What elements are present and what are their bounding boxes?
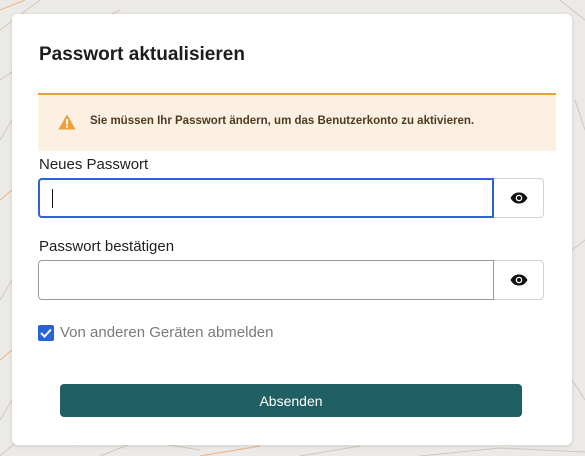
- checkmark-icon: [40, 328, 52, 338]
- new-password-input[interactable]: [38, 178, 494, 218]
- eye-icon: [510, 274, 527, 286]
- warning-alert: Sie müssen Ihr Passwort ändern, um das B…: [38, 93, 556, 151]
- logout-other-devices-checkbox[interactable]: [38, 324, 54, 341]
- submit-button[interactable]: Absenden: [60, 384, 522, 417]
- confirm-password-label: Passwort bestätigen: [39, 238, 175, 255]
- show-confirm-password-button[interactable]: [494, 260, 544, 300]
- eye-icon: [510, 192, 527, 204]
- password-update-card: Passwort aktualisieren Sie müssen Ihr Pa…: [12, 14, 572, 445]
- show-new-password-button[interactable]: [494, 178, 544, 218]
- new-password-label: Neues Passwort: [39, 156, 149, 173]
- confirm-password-input[interactable]: [38, 260, 494, 300]
- new-password-group: [38, 178, 556, 218]
- logout-other-devices-label: Von anderen Geräten abmelden: [60, 324, 274, 341]
- alert-message: Sie müssen Ihr Passwort ändern, um das B…: [90, 115, 475, 127]
- text-cursor: [52, 189, 53, 208]
- page-title: Passwort aktualisieren: [39, 44, 245, 65]
- warning-icon: [58, 114, 76, 130]
- logout-other-devices-option[interactable]: Von anderen Geräten abmelden: [38, 324, 274, 341]
- confirm-password-group: [38, 260, 556, 300]
